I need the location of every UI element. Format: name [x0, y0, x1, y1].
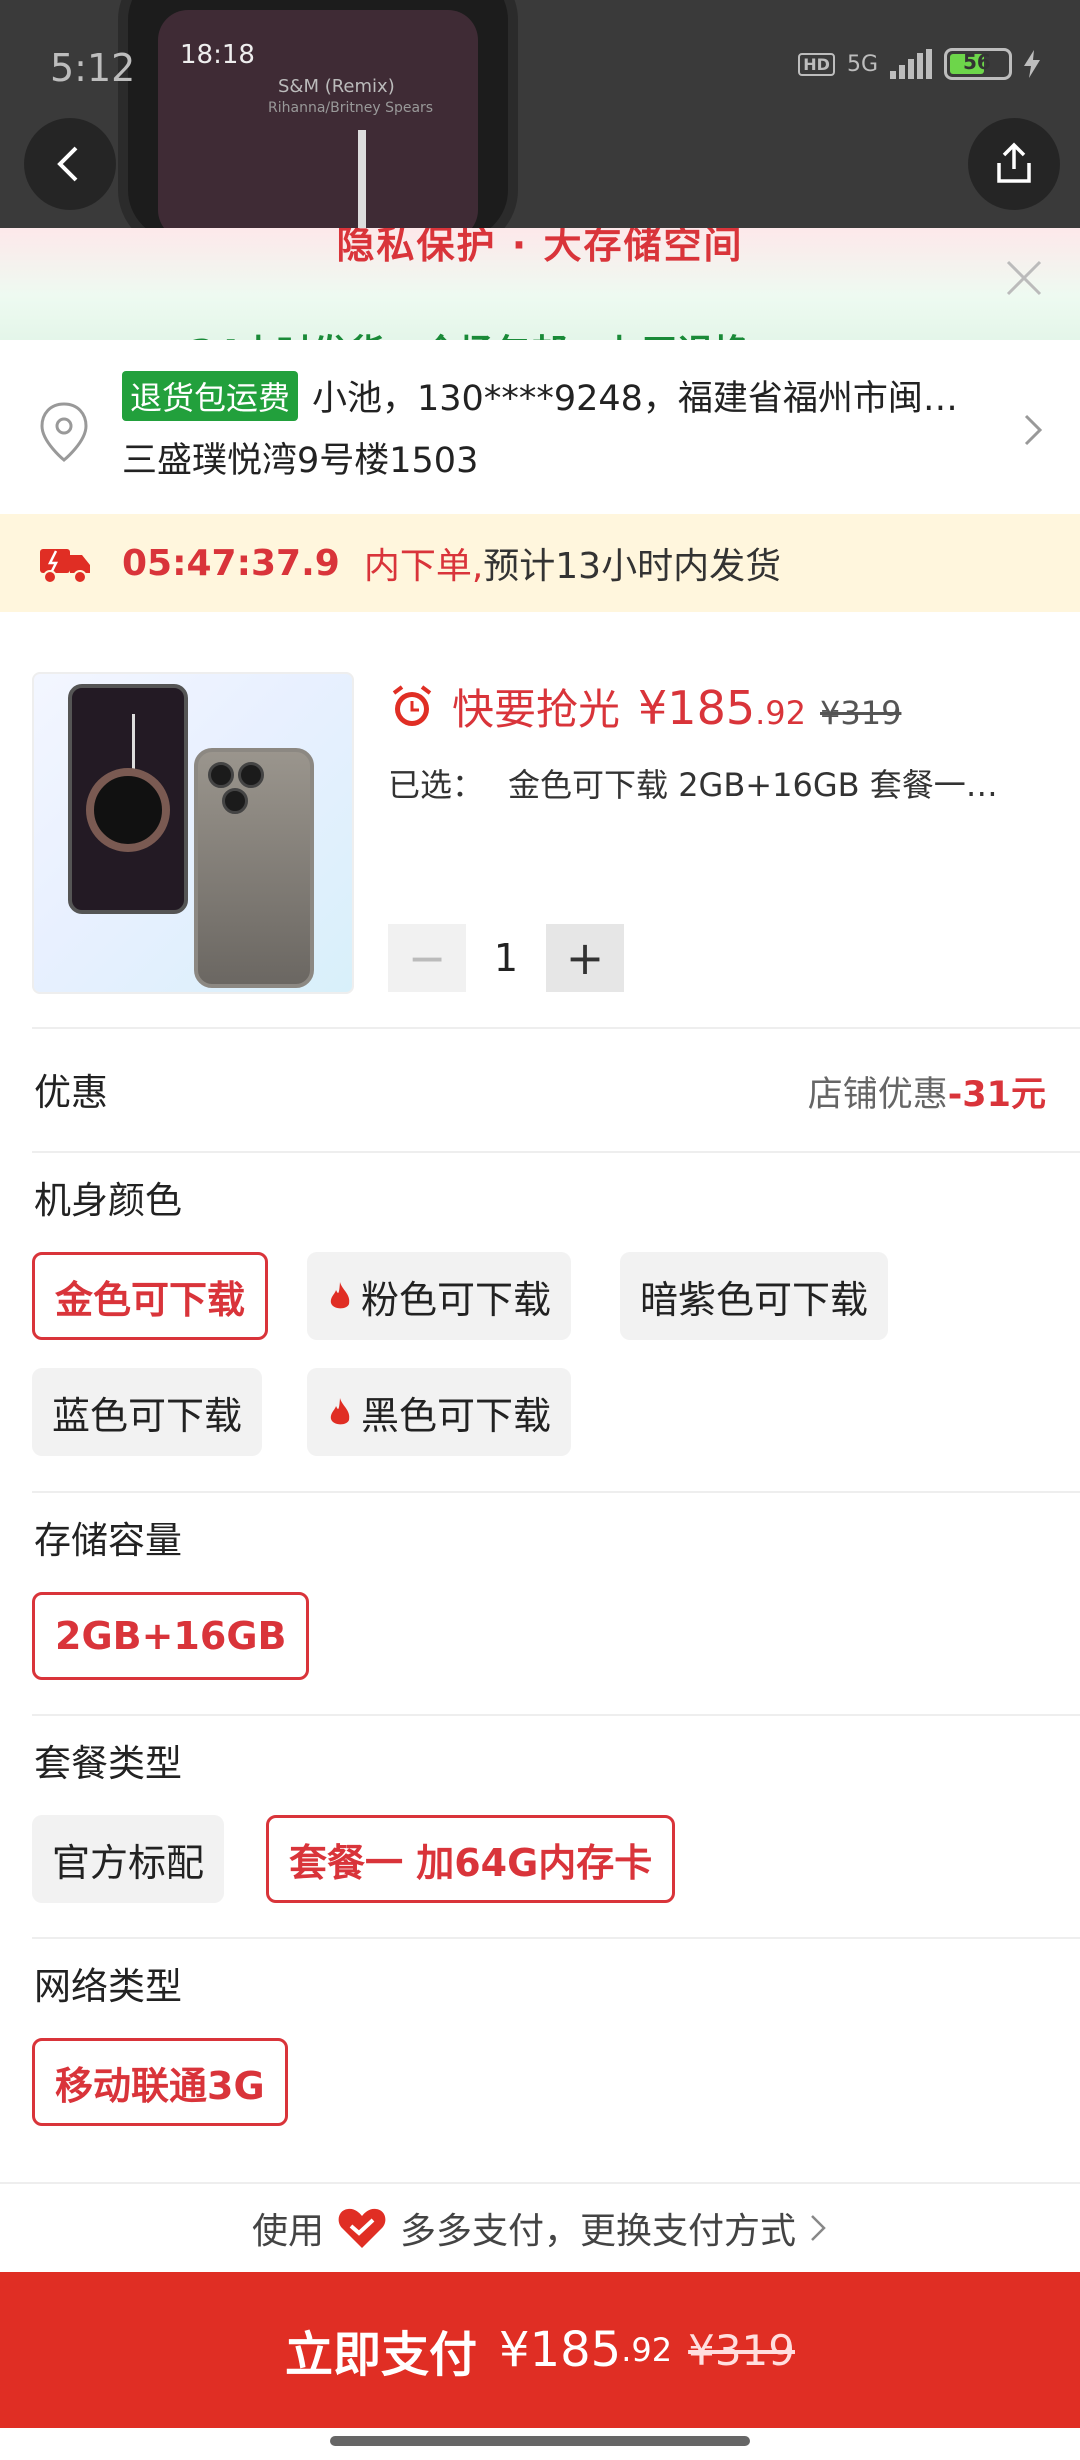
background-phone-needle: [358, 130, 366, 228]
background-phone-image: 18:18 S&M (Remix) Rihanna/Britney Spears: [118, 0, 518, 228]
home-indicator[interactable]: [330, 2436, 750, 2446]
address-line-2: 三盛璞悦湾9号楼1503: [122, 441, 479, 481]
discount-label: 优惠: [34, 1071, 108, 1114]
phone-back-image: [194, 748, 314, 988]
address-line-1: 退货包运费 小池，130****9248，福建省福州市闽…: [122, 370, 1002, 421]
price-symbol: ¥: [638, 681, 668, 735]
hurry-text: 快要抢光: [452, 685, 621, 734]
pay-price-symbol: ¥: [499, 2322, 530, 2378]
package-section-title: 套餐类型: [34, 1742, 182, 1785]
option-color-black[interactable]: 黑色可下载: [307, 1368, 572, 1456]
countdown-order-text: 内下单,: [363, 546, 484, 587]
selected-label: 已选：: [388, 766, 485, 804]
hd-icon: HD: [798, 52, 835, 76]
pay-original-price: ¥319: [688, 2325, 795, 2375]
back-arrow-icon: [57, 146, 78, 182]
pay-price-integer: 185: [529, 2322, 622, 2378]
share-icon: [997, 142, 1031, 183]
original-price: ¥319: [820, 694, 902, 732]
divider: [32, 1151, 1080, 1153]
selected-spec: 已选： 金色可下载 2GB+16GB 套餐一…: [388, 760, 1048, 806]
option-color-pink[interactable]: 粉色可下载: [307, 1252, 572, 1340]
status-time: 5:12: [50, 46, 136, 90]
divider: [32, 1027, 1080, 1029]
promo-text-2: 24小时发货 · 全场包邮 · 七天退换: [190, 324, 750, 340]
battery-icon: 56: [944, 48, 1012, 80]
countdown-delivery-text: 预计13小时内发货: [483, 546, 782, 587]
phone-front-image: [68, 684, 188, 914]
divider: [32, 1714, 1080, 1716]
color-section-title: 机身颜色: [34, 1179, 182, 1222]
quantity-plus-button[interactable]: +: [546, 924, 624, 992]
close-icon[interactable]: [1004, 258, 1044, 298]
option-color-gold[interactable]: 金色可下载: [32, 1252, 269, 1340]
price-integer: 185: [667, 681, 756, 735]
signal-icon: [890, 49, 932, 79]
chevron-right-icon: [811, 2215, 826, 2241]
chevron-right-icon: [1024, 414, 1043, 446]
delivery-countdown: 05:47:37.9 内下单, 预计13小时内发货: [0, 514, 1080, 612]
option-label: 黑色可下载: [361, 1393, 552, 1438]
option-package-bundle-1[interactable]: 套餐一 加64G内存卡: [266, 1815, 676, 1903]
background-phone-song: S&M (Remix): [278, 76, 395, 97]
option-color-purple[interactable]: 暗紫色可下载: [620, 1252, 889, 1340]
promo-banner: 隐私保护 · 大存储空间 24小时发货 · 全场包邮 · 七天退换: [0, 228, 1080, 340]
share-button[interactable]: [968, 118, 1060, 210]
network-section-title: 网络类型: [34, 1965, 182, 2008]
quantity-value: 1: [493, 936, 519, 980]
background-phone-time: 18:18: [180, 40, 255, 70]
background-phone-artist: Rihanna/Britney Spears: [268, 100, 434, 116]
alarm-clock-icon: [392, 684, 432, 726]
product-summary: 快要抢光 ¥ 185 .92 ¥319 已选： 金色可下载 2GB+16GB 套餐…: [0, 636, 1080, 1028]
status-icons: HD 5G 56: [798, 48, 1040, 80]
network-type: 5G: [846, 51, 878, 77]
payment-method-text: 多多支付，更换支付方式: [400, 2211, 797, 2252]
address-row[interactable]: 退货包运费 小池，130****9248，福建省福州市闽… 三盛璞悦湾9号楼15…: [0, 340, 1080, 514]
option-network-3g[interactable]: 移动联通3G: [32, 2038, 288, 2126]
delivery-truck-icon: [40, 549, 90, 584]
background-phone-screen: 18:18 S&M (Remix) Rihanna/Britney Spears: [158, 10, 478, 228]
option-package-standard[interactable]: 官方标配: [32, 1815, 225, 1903]
battery-level: 56: [963, 50, 991, 74]
hot-flame-icon: [330, 1398, 350, 1425]
quantity-stepper: − 1 +: [388, 924, 624, 992]
back-button[interactable]: [24, 118, 116, 210]
divider: [32, 1491, 1080, 1493]
return-shipping-badge: 退货包运费: [122, 370, 299, 421]
pay-now-label: 立即支付: [285, 2327, 478, 2383]
quantity-minus-button[interactable]: −: [388, 924, 466, 992]
price-decimal: .92: [755, 694, 806, 732]
pay-price-decimal: .92: [621, 2331, 673, 2369]
shop-discount-label: 店铺优惠: [807, 1075, 948, 1115]
pay-now-button[interactable]: 立即支付 ¥ 185 .92 ¥319: [0, 2272, 1080, 2428]
location-pin-icon: [40, 402, 88, 462]
background-product-image: 18:18 S&M (Remix) Rihanna/Britney Spears…: [0, 0, 1080, 228]
address-contact: 小池，130****9248，福建省福州市闽…: [312, 379, 958, 419]
charging-icon: [1024, 50, 1040, 78]
promo-text-1: 隐私保护 · 大存储空间: [336, 228, 744, 267]
hot-flame-icon: [330, 1282, 350, 1309]
divider: [32, 1937, 1080, 1939]
selected-value: 金色可下载 2GB+16GB 套餐一…: [508, 766, 998, 804]
shop-discount-amount: -31元: [947, 1075, 1046, 1115]
payment-prefix: 使用: [251, 2211, 324, 2252]
storage-section-title: 存储容量: [34, 1519, 182, 1562]
price-line: 快要抢光 ¥ 185 .92 ¥319: [388, 676, 901, 737]
payment-method-switch[interactable]: 使用 多多支付，更换支付方式: [0, 2182, 1080, 2272]
duoduo-pay-heart-icon: [338, 2208, 386, 2248]
discount-row[interactable]: 优惠 店铺优惠-31元: [0, 1032, 1080, 1152]
shop-discount: 店铺优惠-31元: [808, 1066, 1046, 1117]
option-storage-2gb-16gb[interactable]: 2GB+16GB: [32, 1592, 310, 1680]
option-color-blue[interactable]: 蓝色可下载: [32, 1368, 263, 1456]
countdown-timer: 05:47:37.9: [122, 542, 340, 584]
product-thumbnail[interactable]: [32, 672, 354, 994]
option-label: 粉色可下载: [361, 1277, 552, 1322]
